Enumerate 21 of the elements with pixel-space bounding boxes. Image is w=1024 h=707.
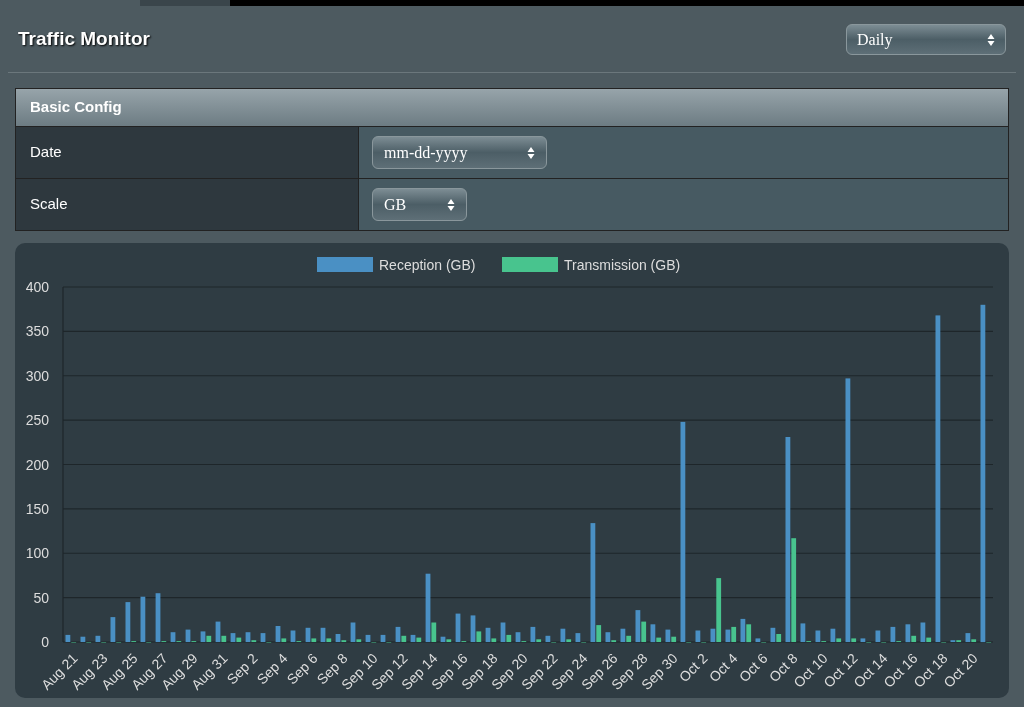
y-tick-label: 50 xyxy=(33,589,49,606)
field-label: Date xyxy=(30,142,62,163)
updown-arrows-icon xyxy=(987,32,995,47)
y-tick-label: 350 xyxy=(25,323,49,340)
field-label: Scale xyxy=(30,194,68,215)
y-tick-label: 200 xyxy=(25,456,49,473)
updown-arrows-icon xyxy=(447,197,455,212)
y-tick-label: 150 xyxy=(25,500,49,517)
y-tick-label: 100 xyxy=(25,545,49,562)
updown-arrows-icon xyxy=(527,145,535,160)
date-select[interactable]: mm-dd-yyyy xyxy=(372,136,547,169)
y-tick-label: 250 xyxy=(25,412,49,429)
page-title: Traffic Monitor xyxy=(18,27,150,52)
y-tick-label: 400 xyxy=(25,279,49,295)
y-tick-label: 300 xyxy=(25,367,49,384)
period-select[interactable]: Daily xyxy=(846,24,1006,55)
y-tick-label: 0 xyxy=(41,634,49,650)
scale-select[interactable]: GB xyxy=(372,188,467,221)
legend-label: Reception (GB) xyxy=(379,257,476,273)
section-header: Basic Config xyxy=(16,89,1008,126)
legend-label: Transmission (GB) xyxy=(564,257,681,273)
